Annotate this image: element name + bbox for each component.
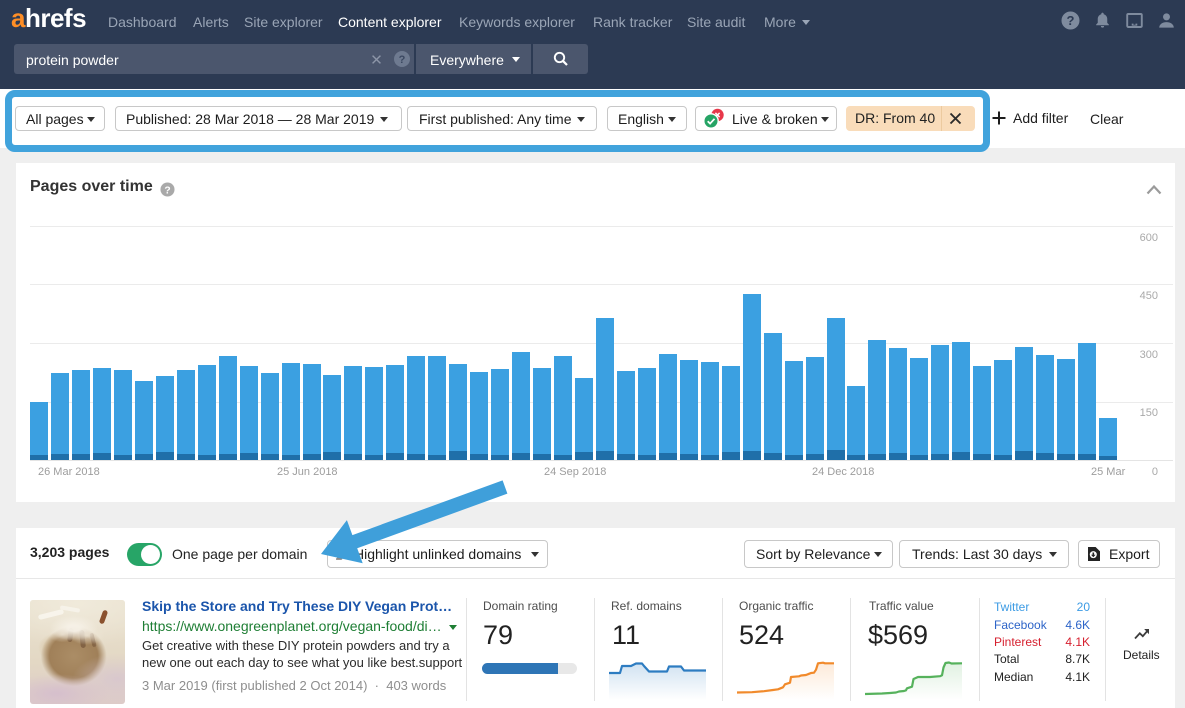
svg-text:?: ? [164,185,170,196]
svg-text:?: ? [1067,13,1075,28]
svg-text:?: ? [399,54,406,66]
